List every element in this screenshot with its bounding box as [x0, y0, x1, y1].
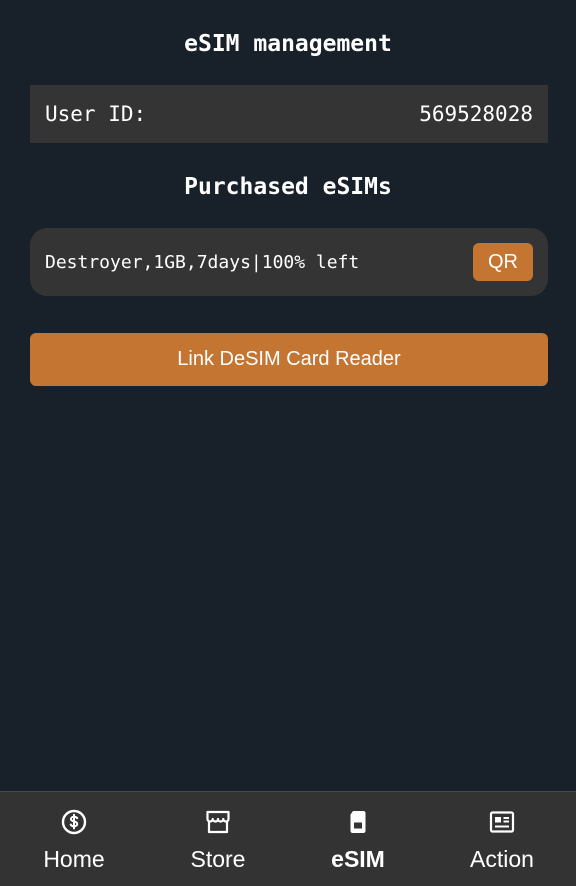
nav-label-store: Store: [190, 846, 246, 872]
nav-item-action[interactable]: Action: [430, 792, 574, 886]
nav-label-home: Home: [43, 846, 105, 872]
user-id-value: 569528028: [419, 102, 533, 126]
bottom-navigation: Home Store eSIM Action: [0, 791, 576, 886]
dollar-coin-icon: [60, 808, 88, 836]
purchased-esims-title: Purchased eSIMs: [184, 174, 392, 200]
link-card-reader-button[interactable]: Link DeSIM Card Reader: [30, 333, 548, 386]
user-id-row: User ID: 569528028: [30, 85, 548, 143]
esim-management-screen: eSIM management User ID: 569528028 Purch…: [0, 0, 576, 886]
nav-item-esim[interactable]: eSIM: [286, 792, 430, 886]
storefront-icon: [204, 808, 232, 836]
sim-card-icon: [344, 808, 372, 836]
esim-plan-details: Destroyer,1GB,7days|100% left: [45, 251, 360, 273]
nav-label-esim: eSIM: [331, 846, 385, 872]
nav-label-action: Action: [470, 846, 534, 872]
nav-item-store[interactable]: Store: [146, 792, 290, 886]
user-id-label: User ID:: [45, 102, 147, 126]
esim-list-item: Destroyer,1GB,7days|100% left QR: [30, 228, 548, 296]
newspaper-icon: [488, 808, 516, 836]
nav-item-home[interactable]: Home: [2, 792, 146, 886]
qr-button[interactable]: QR: [473, 243, 533, 281]
page-title: eSIM management: [184, 31, 392, 57]
